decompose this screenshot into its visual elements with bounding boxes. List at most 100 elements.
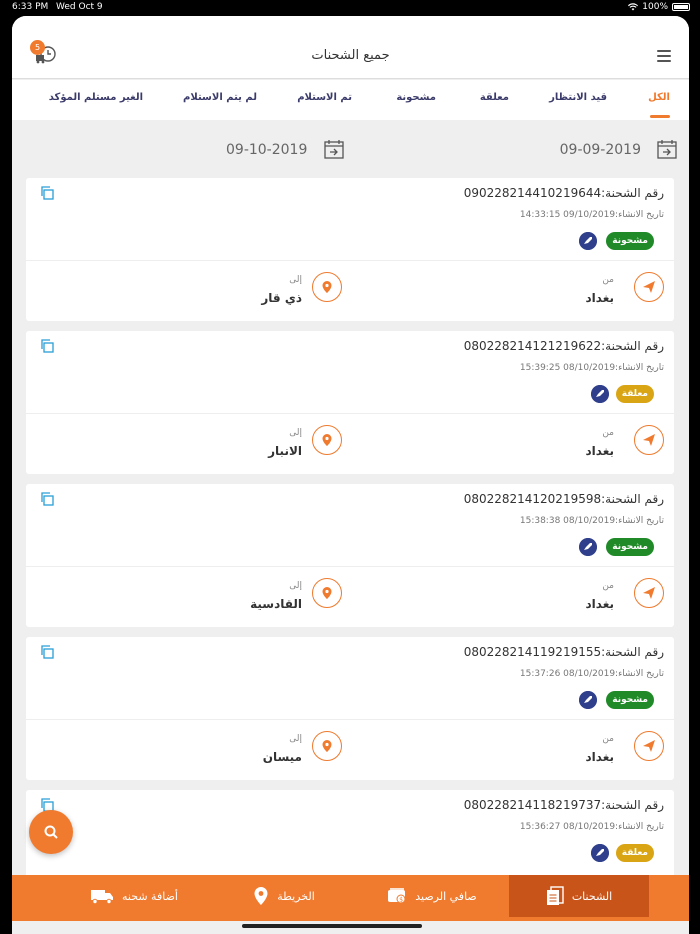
destination-label: إلى — [289, 275, 302, 285]
card-divider — [26, 413, 674, 414]
nav-shipments-label: الشحنات — [571, 889, 613, 903]
status-badge: مشحونة — [606, 232, 654, 250]
status-badge: معلقة — [615, 844, 654, 862]
origin-icon — [634, 425, 664, 455]
shipment-card[interactable]: رقم الشحنة:080228214118219737 تاريخ الان… — [26, 790, 674, 880]
svg-text:$: $ — [400, 897, 404, 904]
status-right: 100% — [628, 2, 690, 12]
tab-all[interactable]: الكل — [648, 92, 670, 103]
card-divider — [26, 566, 674, 567]
nav-add-shipment[interactable]: أضافة شحنه — [84, 875, 184, 917]
rocket-icon — [579, 691, 597, 709]
destination-pin-icon — [312, 731, 342, 761]
origin-label: من — [602, 275, 614, 285]
shipment-created-date: تاريخ الانشاء:09/10/2019 14:33:15 — [519, 210, 664, 220]
notification-badge: 5 — [30, 40, 45, 55]
shipment-number: رقم الشحنة:080228214118219737 — [463, 798, 664, 812]
battery-percent: 100% — [642, 2, 668, 12]
shipment-number: رقم الشحنة:090228214410219644 — [463, 186, 664, 200]
destination-city: ميسان — [262, 750, 302, 764]
nav-map[interactable]: الخريطة — [244, 875, 324, 917]
shipment-card[interactable]: رقم الشحنة:080228214121219622 تاريخ الان… — [26, 331, 674, 474]
shipment-card[interactable]: رقم الشحنة:080228214119219155 تاريخ الان… — [26, 637, 674, 780]
copy-icon[interactable] — [40, 186, 54, 200]
battery-icon — [672, 3, 690, 11]
card-divider — [26, 260, 674, 261]
destination-pin-icon — [312, 272, 342, 302]
shipment-number: رقم الشحنة:080228214119219155 — [463, 645, 664, 659]
tab-not-received[interactable]: لم يتم الاستلام — [183, 92, 257, 103]
calendar-to-icon[interactable] — [324, 139, 344, 159]
nav-balance[interactable]: $ صافي الرصيد — [382, 875, 482, 917]
home-indicator[interactable] — [242, 924, 422, 928]
destination-label: إلى — [289, 428, 302, 438]
shipment-number: رقم الشحنة:080228214120219598 — [463, 492, 664, 506]
app-screen: 5 جميع الشحنات الكل قيد الانتظار معلقة م… — [12, 16, 689, 934]
nav-add-shipment-label: أضافة شحنه — [122, 889, 178, 903]
status-date: Wed Oct 9 — [56, 2, 103, 12]
destination-pin-icon — [312, 425, 342, 455]
destination-city: القادسية — [250, 597, 302, 611]
bottom-nav: الشحنات $ صافي الرصيد الخريطة أضافة شحنه — [12, 875, 689, 921]
wifi-icon — [628, 3, 639, 11]
origin-city: بغداد — [585, 750, 614, 764]
status-badge: مشحونة — [606, 691, 654, 709]
destination-pin-icon — [312, 578, 342, 608]
origin-label: من — [602, 734, 614, 744]
card-divider — [26, 719, 674, 720]
wallet-icon: $ — [388, 888, 406, 904]
truck-icon — [91, 890, 114, 905]
date-from[interactable]: 09-09-2019 — [560, 142, 641, 158]
origin-icon — [634, 731, 664, 761]
rocket-icon — [591, 844, 609, 862]
shipment-created-date: تاريخ الانشاء:08/10/2019 15:37:26 — [519, 669, 664, 679]
origin-label: من — [602, 581, 614, 591]
active-tab-indicator — [650, 115, 670, 118]
shipment-created-date: تاريخ الانشاء:08/10/2019 15:38:38 — [519, 516, 664, 526]
map-pin-icon — [254, 887, 268, 905]
date-range: 09-09-2019 09-10-2019 — [12, 120, 689, 174]
origin-city: بغداد — [585, 291, 614, 305]
status-bar: 6:33 PM Wed Oct 9 100% — [0, 0, 700, 16]
status-badge: مشحونة — [606, 538, 654, 556]
destination-city: الانبار — [268, 444, 302, 458]
destination-label: إلى — [289, 734, 302, 744]
nav-shipments[interactable]: الشحنات — [509, 875, 649, 917]
tab-shipped[interactable]: مشحونة — [396, 92, 436, 103]
origin-icon — [634, 578, 664, 608]
nav-balance-label: صافي الرصيد — [415, 889, 477, 903]
tab-confirmed-not-received[interactable]: الغير مستلم المؤكد — [49, 92, 143, 103]
nav-map-label: الخريطة — [277, 889, 315, 903]
copy-icon[interactable] — [40, 339, 54, 353]
rocket-icon — [591, 385, 609, 403]
copy-icon[interactable] — [40, 645, 54, 659]
origin-city: بغداد — [585, 444, 614, 458]
shipment-card[interactable]: رقم الشحنة:080228214120219598 تاريخ الان… — [26, 484, 674, 627]
tab-pending[interactable]: قيد الانتظار — [549, 92, 607, 103]
status-tabs: الكل قيد الانتظار معلقة مشحونة تم الاستل… — [12, 80, 689, 120]
app-header: 5 جميع الشحنات — [12, 16, 689, 79]
date-to[interactable]: 09-10-2019 — [226, 142, 307, 158]
tab-suspended[interactable]: معلقة — [480, 92, 509, 103]
origin-icon — [634, 272, 664, 302]
shipment-card[interactable]: رقم الشحنة:090228214410219644 تاريخ الان… — [26, 178, 674, 321]
page-title: جميع الشحنات — [311, 48, 390, 63]
origin-label: من — [602, 428, 614, 438]
status-time: 6:33 PM — [12, 2, 49, 12]
destination-label: إلى — [289, 581, 302, 591]
calendar-from-icon[interactable] — [657, 139, 677, 159]
hamburger-menu-icon[interactable] — [657, 50, 671, 62]
tab-received[interactable]: تم الاستلام — [297, 92, 352, 103]
search-icon — [44, 825, 58, 839]
shipment-number: رقم الشحنة:080228214121219622 — [463, 339, 664, 353]
origin-city: بغداد — [585, 597, 614, 611]
rocket-icon — [579, 538, 597, 556]
shipment-created-date: تاريخ الانشاء:08/10/2019 15:39:25 — [519, 363, 664, 373]
rocket-icon — [579, 232, 597, 250]
destination-city: ذي قار — [261, 291, 302, 305]
search-fab-button[interactable] — [29, 810, 73, 854]
copy-icon[interactable] — [40, 492, 54, 506]
status-badge: معلقة — [615, 385, 654, 403]
shipment-created-date: تاريخ الانشاء:08/10/2019 15:36:27 — [519, 822, 664, 832]
document-icon — [546, 886, 564, 905]
